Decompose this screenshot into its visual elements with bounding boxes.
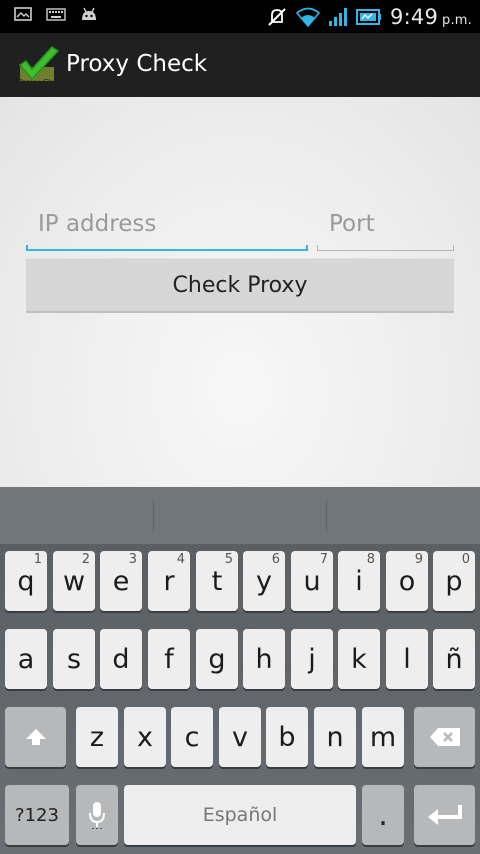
space-bar[interactable]: Español [124, 785, 356, 845]
key-b[interactable]: b [266, 707, 308, 767]
port-input[interactable]: Port [317, 211, 454, 251]
backspace-icon [414, 707, 475, 767]
key-label: b [278, 721, 296, 753]
key-label: l [403, 643, 411, 675]
key-u[interactable]: u7 [291, 551, 333, 611]
microphone-icon [76, 785, 118, 845]
port-placeholder: Port [329, 211, 375, 237]
suggestion-divider [326, 501, 327, 531]
enter-icon [414, 785, 475, 845]
ip-input-underline [26, 245, 308, 251]
notification-icons [14, 6, 98, 22]
key-label: g [208, 643, 226, 675]
key-hint: 9 [414, 552, 423, 567]
key-label: c [184, 721, 200, 753]
key-label: s [66, 643, 82, 675]
suggestion-strip [0, 487, 480, 544]
key-label: f [164, 643, 174, 675]
silent-icon [266, 6, 288, 28]
key-z[interactable]: z [76, 707, 118, 767]
clock-ampm: p.m. [442, 12, 472, 28]
key-hint: 0 [461, 552, 470, 567]
key-label: k [351, 643, 367, 675]
key-label: v [232, 721, 248, 753]
symbols-label: ?123 [15, 804, 59, 826]
keyboard-keys: q1 w2 e3 r4 t5 y6 u7 i8 o9 p0 a s d f g … [0, 544, 480, 854]
delete-key[interactable] [414, 707, 475, 767]
period-label: . [378, 798, 388, 833]
key-hint: 5 [224, 552, 233, 567]
key-e[interactable]: e3 [100, 551, 142, 611]
clock: 9:49 p.m. [390, 5, 472, 29]
key-p[interactable]: p0 [433, 551, 475, 611]
key-k[interactable]: k [338, 629, 380, 689]
checkmark-app-icon[interactable]: Proxy Check [16, 45, 67, 87]
key-g[interactable]: g [196, 629, 238, 689]
status-bar: 9:49 p.m. [0, 0, 480, 33]
key-d[interactable]: d [100, 629, 142, 689]
key-hint: 6 [271, 552, 280, 567]
key-a[interactable]: a [5, 629, 47, 689]
key-label: z [89, 721, 105, 753]
key-label: j [308, 643, 316, 675]
space-label: Español [202, 804, 278, 826]
suggestion-divider [153, 501, 154, 531]
key-j[interactable]: j [291, 629, 333, 689]
key-hint: 8 [366, 552, 375, 567]
app-title: Proxy Check [66, 51, 208, 77]
voice-input-key[interactable] [76, 785, 118, 845]
shift-key[interactable] [5, 707, 66, 767]
key-i[interactable]: i8 [338, 551, 380, 611]
key-h[interactable]: h [243, 629, 285, 689]
key-hint: 7 [319, 552, 328, 567]
key-o[interactable]: o9 [386, 551, 428, 611]
signal-icon [328, 7, 348, 27]
key-label: n [326, 721, 344, 753]
key-n[interactable]: n [314, 707, 356, 767]
enter-key[interactable] [414, 785, 475, 845]
key-hint: 1 [33, 552, 42, 567]
clock-time: 9:49 [390, 4, 439, 29]
key-label: ñ [445, 643, 463, 675]
key-hint: 3 [128, 552, 137, 567]
ip-address-placeholder: IP address [38, 211, 157, 237]
key-enye[interactable]: ñ [433, 629, 475, 689]
key-t[interactable]: t5 [196, 551, 238, 611]
key-w[interactable]: w2 [53, 551, 95, 611]
key-c[interactable]: c [171, 707, 213, 767]
key-l[interactable]: l [386, 629, 428, 689]
key-v[interactable]: v [219, 707, 261, 767]
image-icon [14, 7, 32, 21]
action-bar: Proxy Check Proxy Check [0, 33, 480, 97]
soft-keyboard: q1 w2 e3 r4 t5 y6 u7 i8 o9 p0 a s d f g … [0, 487, 480, 854]
main-content: IP address Port Check Proxy [0, 97, 480, 487]
ip-address-input[interactable]: IP address [26, 211, 308, 251]
wifi-icon [296, 7, 321, 27]
key-label: d [112, 643, 130, 675]
battery-icon [356, 7, 382, 27]
shift-icon [5, 707, 66, 767]
keyboard-icon [46, 7, 66, 21]
key-hint: 2 [81, 552, 90, 567]
key-label: h [255, 643, 273, 675]
symbols-key[interactable]: ?123 [5, 785, 69, 845]
key-q[interactable]: q1 [5, 551, 47, 611]
key-label: m [369, 721, 397, 753]
key-x[interactable]: x [124, 707, 166, 767]
key-m[interactable]: m [362, 707, 404, 767]
key-hint: 4 [176, 552, 185, 567]
system-icons: 9:49 p.m. [266, 0, 472, 33]
check-proxy-button[interactable]: Check Proxy [26, 258, 454, 313]
svg-text:Proxy Check: Proxy Check [18, 78, 62, 87]
key-label: x [137, 721, 153, 753]
key-r[interactable]: r4 [148, 551, 190, 611]
key-f[interactable]: f [148, 629, 190, 689]
key-s[interactable]: s [53, 629, 95, 689]
key-label: a [17, 643, 35, 675]
android-icon [80, 6, 98, 22]
port-input-underline [317, 245, 454, 251]
key-y[interactable]: y6 [243, 551, 285, 611]
period-key[interactable]: . [362, 785, 404, 845]
